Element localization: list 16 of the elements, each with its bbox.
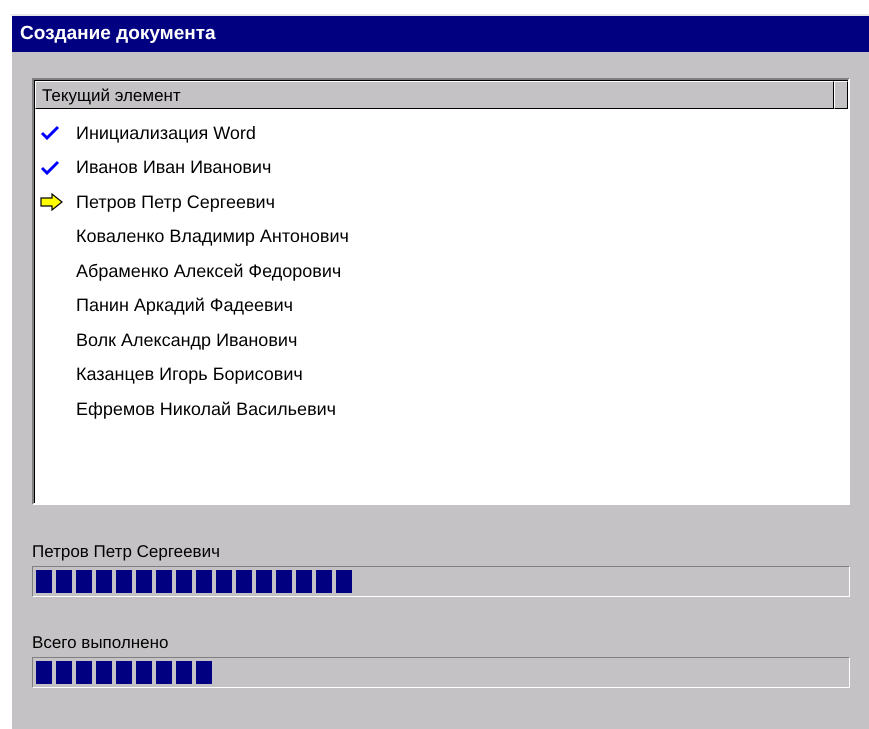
- arrow-icon: [40, 193, 64, 212]
- window-title: Создание документа: [12, 16, 869, 52]
- list-item[interactable]: Волк Александр Иванович: [76, 330, 298, 351]
- list-item[interactable]: Иванов Иван Иванович: [76, 157, 272, 178]
- list-item[interactable]: Абраменко Алексей Федорович: [76, 260, 342, 282]
- list-item[interactable]: Инициализация Word: [76, 122, 256, 144]
- progress-label: Всего выполнено: [32, 633, 170, 654]
- column-header[interactable]: Текущий элемент: [35, 81, 834, 109]
- progress-label: Петров Петр Сергеевич: [32, 542, 221, 563]
- checkmark-icon: [40, 125, 60, 142]
- list-item[interactable]: Панин Аркадий Фадеевич: [76, 295, 294, 316]
- checkmark-icon: [40, 160, 60, 176]
- list-item[interactable]: Казанцев Игорь Борисович: [76, 364, 303, 386]
- list-item[interactable]: Петров Петр Сергеевич: [76, 192, 275, 213]
- list-item[interactable]: Ефремов Николай Васильевич: [76, 398, 336, 420]
- list-item[interactable]: Коваленко Владимир Антонович: [76, 226, 349, 248]
